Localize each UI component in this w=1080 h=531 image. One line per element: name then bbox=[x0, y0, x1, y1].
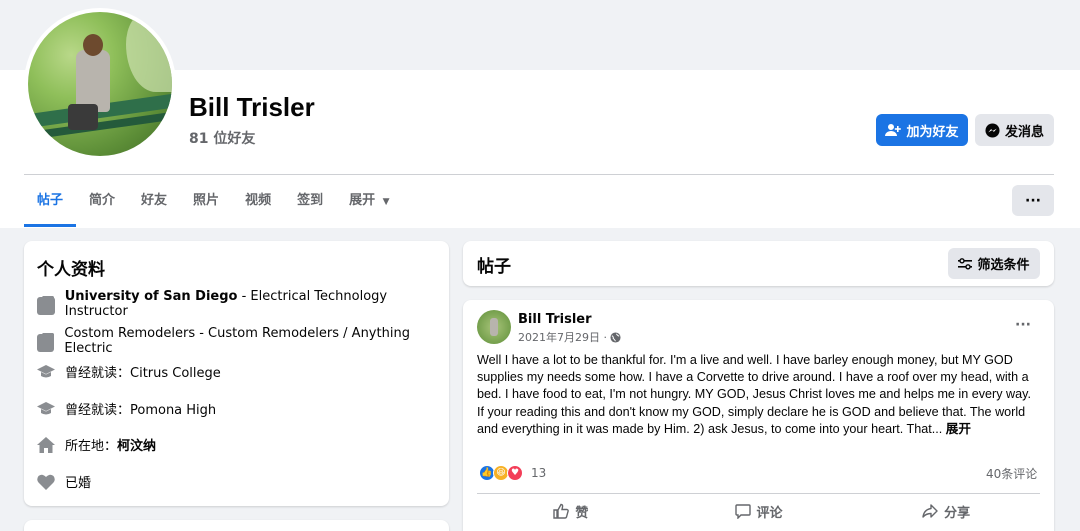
intro-education-2: 曾经就读：Pomona High bbox=[37, 399, 216, 418]
more-options-button[interactable]: ··· bbox=[1012, 185, 1054, 216]
photo-person bbox=[76, 50, 110, 112]
posts-header-card: 帖子 筛选条件 bbox=[463, 241, 1054, 286]
love-reaction-icon: ♥ bbox=[507, 465, 523, 481]
tab-checkins[interactable]: 签到 bbox=[284, 175, 336, 227]
comment-label: 评论 bbox=[756, 505, 783, 521]
tab-videos[interactable]: 视频 bbox=[232, 175, 284, 227]
intro-card: 个人资料 University of San Diego - Electrica… bbox=[24, 241, 449, 506]
briefcase-icon bbox=[37, 333, 55, 352]
intro-location-text: 所在地：柯汶纳 bbox=[65, 435, 156, 454]
see-more-link[interactable]: 展开 bbox=[946, 422, 971, 436]
add-friend-button[interactable]: 加为好友 bbox=[876, 114, 968, 146]
intro-work-2: Costom Remodelers - Custom Remodelers / … bbox=[37, 326, 449, 356]
share-arrow-icon bbox=[922, 504, 938, 518]
intro-work-2-text: Costom Remodelers - Custom Remodelers / … bbox=[64, 326, 410, 356]
tab-more-label: 展开 bbox=[349, 193, 376, 208]
comments-count-link[interactable]: 40条评论 bbox=[986, 465, 1037, 482]
briefcase-icon bbox=[37, 296, 55, 315]
post-paragraph-2-text: If your reading this and don't know my G… bbox=[477, 404, 1026, 436]
photo-head bbox=[83, 34, 103, 56]
share-button[interactable]: 分享 bbox=[852, 496, 1040, 526]
photo-tree bbox=[126, 12, 172, 92]
profile-tabs: 帖子 简介 好友 照片 视频 签到 展开 ▼ bbox=[24, 175, 403, 227]
filter-label: 筛选条件 bbox=[977, 258, 1030, 273]
thumbs-up-icon bbox=[553, 503, 570, 519]
filter-button[interactable]: 筛选条件 bbox=[948, 248, 1040, 279]
reactions-summary[interactable]: 👍 😆 ♥ 13 bbox=[479, 465, 546, 481]
intro-location-prefix: 所在地： bbox=[65, 439, 118, 454]
friends-count-link[interactable]: 81 位好友 bbox=[189, 128, 255, 148]
add-friend-label: 加为好友 bbox=[906, 124, 959, 140]
intro-location: 所在地：柯汶纳 bbox=[37, 435, 156, 454]
photo-legs bbox=[68, 104, 98, 130]
tab-posts[interactable]: 帖子 bbox=[24, 175, 77, 227]
caret-down-icon: ▼ bbox=[382, 197, 390, 207]
message-button[interactable]: 发消息 bbox=[975, 114, 1054, 146]
post-meta: 2021年7月29日 · bbox=[518, 329, 621, 345]
intro-education-1: 曾经就读：Citrus College bbox=[37, 362, 221, 381]
globe-icon bbox=[610, 331, 621, 343]
intro-education-2-text: 曾经就读：Pomona High bbox=[65, 403, 217, 418]
comment-button[interactable]: 评论 bbox=[665, 496, 853, 526]
post-actions: 赞 评论 分享 bbox=[477, 496, 1040, 526]
intro-work-1-text: University of San Diego - Electrical Tec… bbox=[65, 289, 449, 319]
post-author-avatar[interactable] bbox=[477, 310, 511, 344]
intro-title: 个人资料 bbox=[37, 260, 105, 280]
tab-more[interactable]: 展开 ▼ bbox=[336, 175, 402, 227]
profile-photo bbox=[28, 12, 172, 156]
messenger-icon bbox=[985, 122, 1000, 138]
intro-education-1-text: 曾经就读：Citrus College bbox=[65, 366, 221, 381]
intro-work-1: University of San Diego - Electrical Tec… bbox=[37, 289, 449, 319]
intro-work-1-employer[interactable]: University of San Diego bbox=[65, 289, 238, 304]
home-icon bbox=[37, 436, 55, 453]
like-button[interactable]: 赞 bbox=[477, 496, 665, 526]
like-label: 赞 bbox=[575, 505, 589, 521]
tab-photos[interactable]: 照片 bbox=[180, 175, 232, 227]
posts-title: 帖子 bbox=[477, 257, 511, 277]
post-author-name[interactable]: Bill Trisler bbox=[518, 312, 592, 327]
post-date[interactable]: 2021年7月29日 · bbox=[518, 329, 607, 345]
message-label: 发消息 bbox=[1004, 124, 1044, 140]
post-options-button[interactable]: ··· bbox=[1015, 317, 1031, 333]
post-actions-divider bbox=[477, 493, 1040, 494]
tab-friends[interactable]: 好友 bbox=[128, 175, 180, 227]
photos-card bbox=[24, 520, 449, 531]
heart-icon bbox=[37, 474, 55, 490]
add-person-icon bbox=[885, 124, 902, 136]
graduation-cap-icon bbox=[37, 364, 55, 377]
graduation-cap-icon bbox=[37, 401, 55, 414]
reaction-count: 13 bbox=[531, 466, 547, 480]
intro-relationship-text: 已婚 bbox=[65, 476, 92, 491]
tab-about[interactable]: 简介 bbox=[76, 175, 128, 227]
intro-location-city[interactable]: 柯汶纳 bbox=[117, 439, 156, 454]
filter-sliders-icon bbox=[958, 257, 973, 270]
post-card: Bill Trisler 2021年7月29日 · ··· Well I hav… bbox=[463, 300, 1054, 531]
profile-avatar[interactable] bbox=[24, 8, 176, 160]
share-label: 分享 bbox=[944, 505, 971, 521]
post-paragraph-2: If your reading this and don't know my G… bbox=[477, 404, 1043, 438]
post-body: Well I have a lot to be thankful for. I'… bbox=[477, 352, 1043, 438]
intro-relationship: 已婚 bbox=[37, 472, 91, 491]
profile-name: Bill Trisler bbox=[189, 92, 315, 122]
comment-bubble-icon bbox=[734, 504, 751, 519]
post-paragraph-1: Well I have a lot to be thankful for. I'… bbox=[477, 353, 1031, 402]
